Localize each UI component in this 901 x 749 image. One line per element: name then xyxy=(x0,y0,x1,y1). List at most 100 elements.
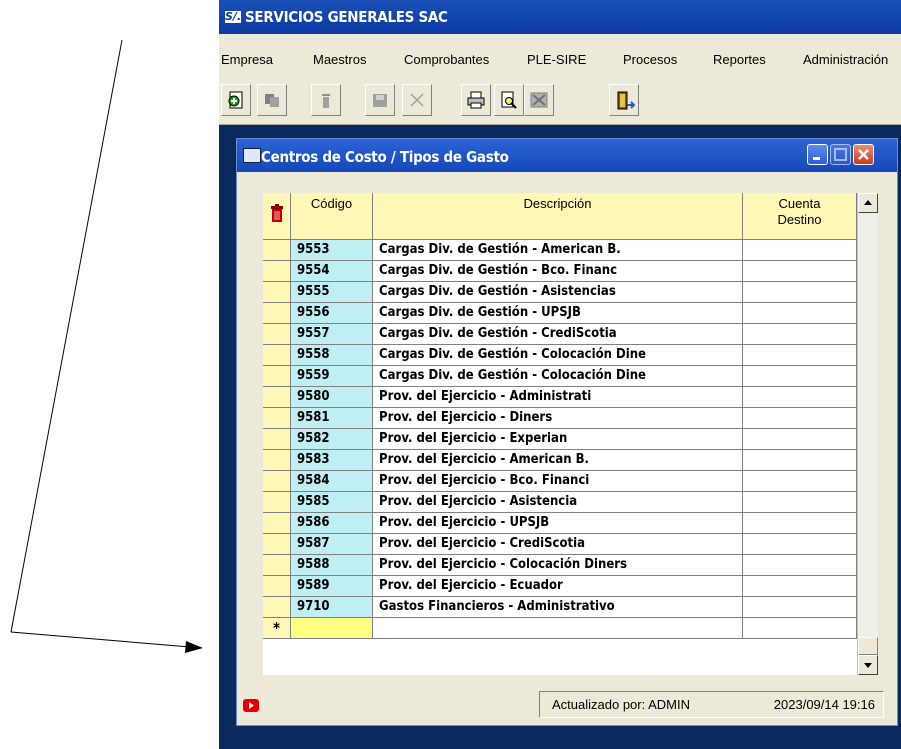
cancel-button[interactable] xyxy=(402,84,432,116)
scroll-down-button[interactable] xyxy=(858,655,878,675)
header-delete-cell[interactable] xyxy=(263,193,291,240)
code-cell[interactable]: 9558 xyxy=(291,345,373,366)
code-cell[interactable]: 9584 xyxy=(291,471,373,492)
row-selector[interactable] xyxy=(263,282,291,303)
code-cell[interactable]: 9583 xyxy=(291,450,373,471)
code-cell[interactable]: 9559 xyxy=(291,366,373,387)
new-account-input[interactable] xyxy=(743,618,857,639)
code-cell[interactable]: 9586 xyxy=(291,513,373,534)
description-cell[interactable]: Prov. del Ejercicio - Administrati xyxy=(373,387,743,408)
table-row[interactable]: 9584 Prov. del Ejercicio - Bco. Financi xyxy=(263,471,857,492)
code-cell[interactable]: 9553 xyxy=(291,240,373,261)
account-cell[interactable] xyxy=(743,450,857,471)
menu-maestros[interactable]: Maestros xyxy=(313,52,366,67)
row-selector[interactable] xyxy=(263,345,291,366)
menu-administracion[interactable]: Administración xyxy=(803,52,888,67)
row-selector[interactable] xyxy=(263,597,291,618)
row-selector[interactable] xyxy=(263,408,291,429)
table-row[interactable]: 9588 Prov. del Ejercicio - Colocación Din… xyxy=(263,555,857,576)
account-cell[interactable] xyxy=(743,471,857,492)
app-title-bar[interactable]: S/. SERVICIOS GENERALES SAC xyxy=(219,0,901,34)
cost-center-grid[interactable]: Código Descripción Cuenta Destino 9553 Ca… xyxy=(263,193,878,675)
preview-button[interactable] xyxy=(494,84,524,116)
account-cell[interactable] xyxy=(743,597,857,618)
description-cell[interactable]: Cargas Div. de Gestión - American B. xyxy=(373,240,743,261)
description-cell[interactable]: Prov. del Ejercicio - UPSJB xyxy=(373,513,743,534)
description-cell[interactable]: Prov. del Ejercicio - Ecuador xyxy=(373,576,743,597)
row-selector[interactable] xyxy=(263,387,291,408)
description-cell[interactable]: Prov. del Ejercicio - American B. xyxy=(373,450,743,471)
account-cell[interactable] xyxy=(743,345,857,366)
description-cell[interactable]: Prov. del Ejercicio - Experian xyxy=(373,429,743,450)
account-cell[interactable] xyxy=(743,576,857,597)
account-cell[interactable] xyxy=(743,429,857,450)
window-title-bar[interactable]: Centros de Costo / Tipos de Gasto xyxy=(237,139,897,172)
account-cell[interactable] xyxy=(743,261,857,282)
exit-button[interactable] xyxy=(609,84,639,116)
code-cell[interactable]: 9589 xyxy=(291,576,373,597)
row-selector[interactable] xyxy=(263,576,291,597)
description-cell[interactable]: Cargas Div. de Gestión - CrediScotia xyxy=(373,324,743,345)
table-row[interactable]: 9710 Gastos Financieros - Administrativo xyxy=(263,597,857,618)
account-cell[interactable] xyxy=(743,492,857,513)
description-cell[interactable]: Cargas Div. de Gestión - Asistencias xyxy=(373,282,743,303)
description-cell[interactable]: Prov. del Ejercicio - Bco. Financi xyxy=(373,471,743,492)
header-code[interactable]: Código xyxy=(291,193,373,240)
row-selector[interactable] xyxy=(263,429,291,450)
menu-empresa[interactable]: Empresa xyxy=(221,52,273,67)
account-cell[interactable] xyxy=(743,408,857,429)
row-selector[interactable] xyxy=(263,471,291,492)
header-description[interactable]: Descripción xyxy=(373,193,743,240)
account-cell[interactable] xyxy=(743,366,857,387)
row-selector[interactable] xyxy=(263,261,291,282)
code-cell[interactable]: 9588 xyxy=(291,555,373,576)
description-cell[interactable]: Cargas Div. de Gestión - Colocación Dine xyxy=(373,345,743,366)
table-row[interactable]: 9582 Prov. del Ejercicio - Experian xyxy=(263,429,857,450)
scroll-thumb[interactable] xyxy=(858,637,878,655)
new-description-input[interactable] xyxy=(373,618,743,639)
code-cell[interactable]: 9554 xyxy=(291,261,373,282)
table-row[interactable]: 9586 Prov. del Ejercicio - UPSJB xyxy=(263,513,857,534)
row-selector[interactable] xyxy=(263,513,291,534)
table-row[interactable]: 9580 Prov. del Ejercicio - Administrati xyxy=(263,387,857,408)
description-cell[interactable]: Prov. del Ejercicio - Colocación Diners xyxy=(373,555,743,576)
table-row[interactable]: 9554 Cargas Div. de Gestión - Bco. Financ xyxy=(263,261,857,282)
code-cell[interactable]: 9581 xyxy=(291,408,373,429)
code-cell[interactable]: 9585 xyxy=(291,492,373,513)
row-selector[interactable] xyxy=(263,492,291,513)
account-cell[interactable] xyxy=(743,240,857,261)
menu-comprobantes[interactable]: Comprobantes xyxy=(404,52,489,67)
row-selector[interactable] xyxy=(263,240,291,261)
account-cell[interactable] xyxy=(743,513,857,534)
table-row[interactable]: 9585 Prov. del Ejercicio - Asistencia xyxy=(263,492,857,513)
row-selector[interactable] xyxy=(263,324,291,345)
save-button[interactable] xyxy=(365,84,395,116)
row-selector[interactable] xyxy=(263,303,291,324)
delete-button[interactable] xyxy=(311,84,341,116)
maximize-button[interactable] xyxy=(830,144,851,165)
video-play-icon[interactable] xyxy=(243,699,259,712)
row-selector[interactable] xyxy=(263,366,291,387)
row-selector[interactable] xyxy=(263,555,291,576)
new-record-button[interactable] xyxy=(221,84,251,116)
code-cell[interactable]: 9587 xyxy=(291,534,373,555)
table-row[interactable]: 9559 Cargas Div. de Gestión - Colocación … xyxy=(263,366,857,387)
table-row[interactable]: 9557 Cargas Div. de Gestión - CrediScotia xyxy=(263,324,857,345)
code-cell[interactable]: 9710 xyxy=(291,597,373,618)
account-cell[interactable] xyxy=(743,534,857,555)
new-record-row[interactable]: * xyxy=(263,618,857,639)
menu-procesos[interactable]: Procesos xyxy=(623,52,677,67)
account-cell[interactable] xyxy=(743,282,857,303)
row-selector[interactable] xyxy=(263,534,291,555)
table-row[interactable]: 9589 Prov. del Ejercicio - Ecuador xyxy=(263,576,857,597)
code-cell[interactable]: 9580 xyxy=(291,387,373,408)
description-cell[interactable]: Gastos Financieros - Administrativo xyxy=(373,597,743,618)
table-row[interactable]: 9583 Prov. del Ejercicio - American B. xyxy=(263,450,857,471)
code-cell[interactable]: 9557 xyxy=(291,324,373,345)
copy-button[interactable] xyxy=(257,84,287,116)
description-cell[interactable]: Prov. del Ejercicio - Diners xyxy=(373,408,743,429)
close-button[interactable] xyxy=(853,144,874,165)
description-cell[interactable]: Cargas Div. de Gestión - Bco. Financ xyxy=(373,261,743,282)
account-cell[interactable] xyxy=(743,324,857,345)
table-row[interactable]: 9555 Cargas Div. de Gestión - Asistencias xyxy=(263,282,857,303)
